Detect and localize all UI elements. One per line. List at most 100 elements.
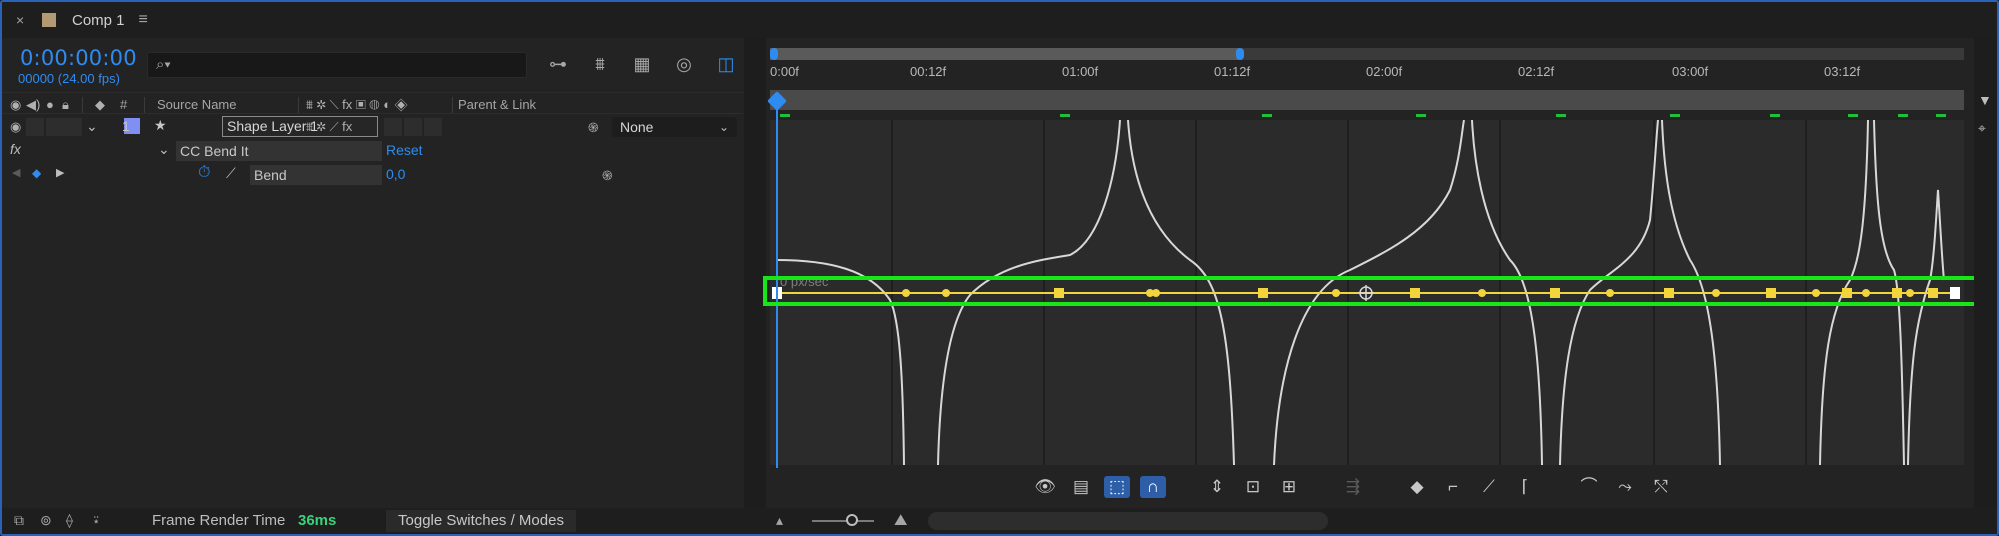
lock-icon[interactable]: 🔒︎ (62, 97, 69, 113)
timeline-scrollbar[interactable] (928, 512, 1328, 530)
column-parent-link[interactable]: Parent & Link (458, 97, 536, 112)
easy-ease-icon[interactable]: ⌒ (1576, 476, 1602, 498)
frame-count-display: 00000 (24.00 fps) (18, 71, 120, 86)
navigator-start-handle[interactable] (770, 48, 778, 60)
effect-row[interactable]: fx ⌄ CC Bend It Reset (2, 139, 744, 163)
layer-name-field[interactable]: Shape Layer 1 (222, 116, 378, 137)
time-navigator[interactable] (770, 48, 1964, 60)
add-keyframe-icon[interactable]: ◆ (32, 166, 41, 180)
easy-ease-in-icon[interactable]: ⤳ (1612, 476, 1638, 498)
frame-blending-icon[interactable]: ▦ (630, 52, 654, 76)
parent-select-value: None (620, 119, 654, 135)
fit-all-icon[interactable]: ⊞ (1276, 476, 1302, 498)
ruler-label: 03:12f (1824, 64, 1861, 79)
graph-include-icon[interactable]: ⟋ (226, 165, 236, 182)
show-properties-icon[interactable]: 👁︎ (1032, 476, 1058, 498)
zoom-in-icon[interactable]: ⛰ (894, 512, 907, 530)
search-input[interactable]: ⌕▾ (147, 52, 527, 78)
expand-effect-icon[interactable]: ⌄ (158, 141, 170, 158)
motion-blur-status-icon[interactable]: ⍣ (92, 512, 100, 529)
frame-render-value: 36ms (298, 512, 337, 529)
layer-index: 1 (122, 118, 130, 134)
ruler-label: 01:00f (1062, 64, 1099, 79)
auto-zoom-height-icon[interactable]: ⇕ (1204, 476, 1230, 498)
parent-select[interactable]: None ⌄ (612, 117, 737, 137)
parent-pickwhip-icon[interactable]: ֍ (588, 118, 599, 136)
stopwatch-icon[interactable]: ⏱ (198, 164, 210, 182)
keyframe-marker (1670, 114, 1680, 117)
easy-ease-out-icon[interactable]: ⤲ (1648, 476, 1674, 498)
time-navigator-range[interactable] (770, 48, 1240, 60)
timeline-tools: ⊶ ⩩ ▦ ◎ ◫ (546, 52, 738, 76)
linear-keyframe-icon[interactable]: ⟋ (1476, 476, 1502, 498)
switches-toggle-icon[interactable]: ⟠ (66, 512, 73, 529)
fit-selection-icon[interactable]: ⊡ (1240, 476, 1266, 498)
ruler-label: 02:00f (1366, 64, 1403, 79)
navigator-end-handle[interactable] (1236, 48, 1244, 60)
right-edge-strip: ▼ ⌖ (1974, 38, 1997, 508)
ruler-label: 02:12f (1518, 64, 1555, 79)
frame-render-label: Frame Render Time (152, 512, 286, 529)
edit-keyframe-icon[interactable]: ◆ (1404, 476, 1430, 498)
property-pickwhip-icon[interactable]: ֍ (602, 166, 613, 184)
expand-layer-icon[interactable]: ⌄ (86, 118, 98, 135)
next-keyframe-icon[interactable]: ▶ (56, 166, 64, 179)
lock-switch[interactable] (64, 118, 82, 136)
keyframe-marker (1416, 114, 1426, 117)
layer-visibility-icon[interactable]: ◉ (10, 119, 21, 135)
ruler-label: 01:12f (1214, 64, 1251, 79)
audio-icon[interactable]: ◀) (26, 97, 40, 113)
graph-options-icon[interactable]: ▤ (1068, 476, 1094, 498)
snapping-icon[interactable]: ∩ (1140, 476, 1166, 498)
graph-highlight-box (763, 276, 1979, 306)
work-area-bar[interactable] (770, 90, 1964, 110)
label-tag-icon[interactable]: ◆ (95, 97, 105, 113)
toggle-switches-modes-button[interactable]: Toggle Switches / Modes (386, 510, 576, 532)
comp-mini-icon[interactable]: ⊚ (40, 512, 52, 529)
ruler-label: 03:00f (1672, 64, 1709, 79)
shy-layers-icon[interactable]: ⩩ (588, 52, 612, 76)
comp-button-icon[interactable]: ▼ (1978, 92, 1992, 108)
prev-keyframe-icon[interactable]: ◀ (12, 166, 20, 179)
column-source-name[interactable]: Source Name (157, 97, 236, 112)
chevron-down-icon: ⌄ (718, 120, 729, 134)
switch-cell-3[interactable] (424, 118, 442, 136)
search-icon: ⌕▾ (156, 56, 171, 73)
panel-menu-icon[interactable]: ≡ (139, 11, 148, 29)
zoom-slider-knob[interactable] (846, 514, 858, 526)
fx-icon[interactable]: fx (10, 141, 21, 157)
column-number: # (120, 97, 128, 112)
motion-blur-icon[interactable]: ◎ (672, 52, 696, 76)
auto-bezier-keyframe-icon[interactable]: ⌈ (1512, 476, 1538, 498)
property-value[interactable]: 0,0 (386, 166, 405, 182)
solo-switch[interactable] (46, 118, 64, 136)
tab-title[interactable]: Comp 1 (72, 12, 125, 29)
transform-box-icon[interactable]: ⬚ (1104, 476, 1130, 498)
render-queue-icon[interactable]: ⧉ (14, 512, 24, 529)
switch-cell-1[interactable] (384, 118, 402, 136)
audio-switch[interactable] (26, 118, 44, 136)
zoom-out-icon[interactable]: ▴ (776, 512, 783, 529)
graph-editor-icon[interactable]: ◫ (714, 52, 738, 76)
solo-icon[interactable]: ● (46, 97, 54, 112)
property-row[interactable]: ◀ ◆ ▶ ⏱ ⟋ Bend 0,0 ֍ (2, 163, 744, 187)
property-name: Bend (250, 165, 382, 185)
switch-cell-2[interactable] (404, 118, 422, 136)
hold-keyframe-icon[interactable]: ⌐ (1440, 476, 1466, 498)
current-time-display[interactable]: 0:00:00:00 (20, 46, 137, 70)
layer-row[interactable]: ◉ ⌄ 1 ★ Shape Layer 1 ⩩ ✲ ⟋ fx ֍ None ⌄ (2, 115, 744, 139)
graph-snap-icon[interactable]: ⌖ (1978, 120, 1986, 137)
layer-switches[interactable]: ⩩ ✲ ⟋ fx (306, 119, 352, 135)
comp-flowchart-icon[interactable]: ⊶ (546, 52, 570, 76)
keyframe-marker (1898, 114, 1908, 117)
effect-name[interactable]: CC Bend It (176, 141, 382, 161)
video-visibility-icon[interactable]: ◉ (10, 97, 21, 113)
keyframe-marker (1770, 114, 1780, 117)
keyframe-marker (1556, 114, 1566, 117)
panel-tab-bar: × Comp 1 ≡ (2, 2, 1997, 38)
keyframe-marker (1848, 114, 1858, 117)
keyframe-marker (780, 114, 790, 117)
close-tab-icon[interactable]: × (16, 12, 30, 28)
reset-link[interactable]: Reset (386, 142, 423, 158)
zoom-slider-track[interactable] (812, 520, 874, 522)
